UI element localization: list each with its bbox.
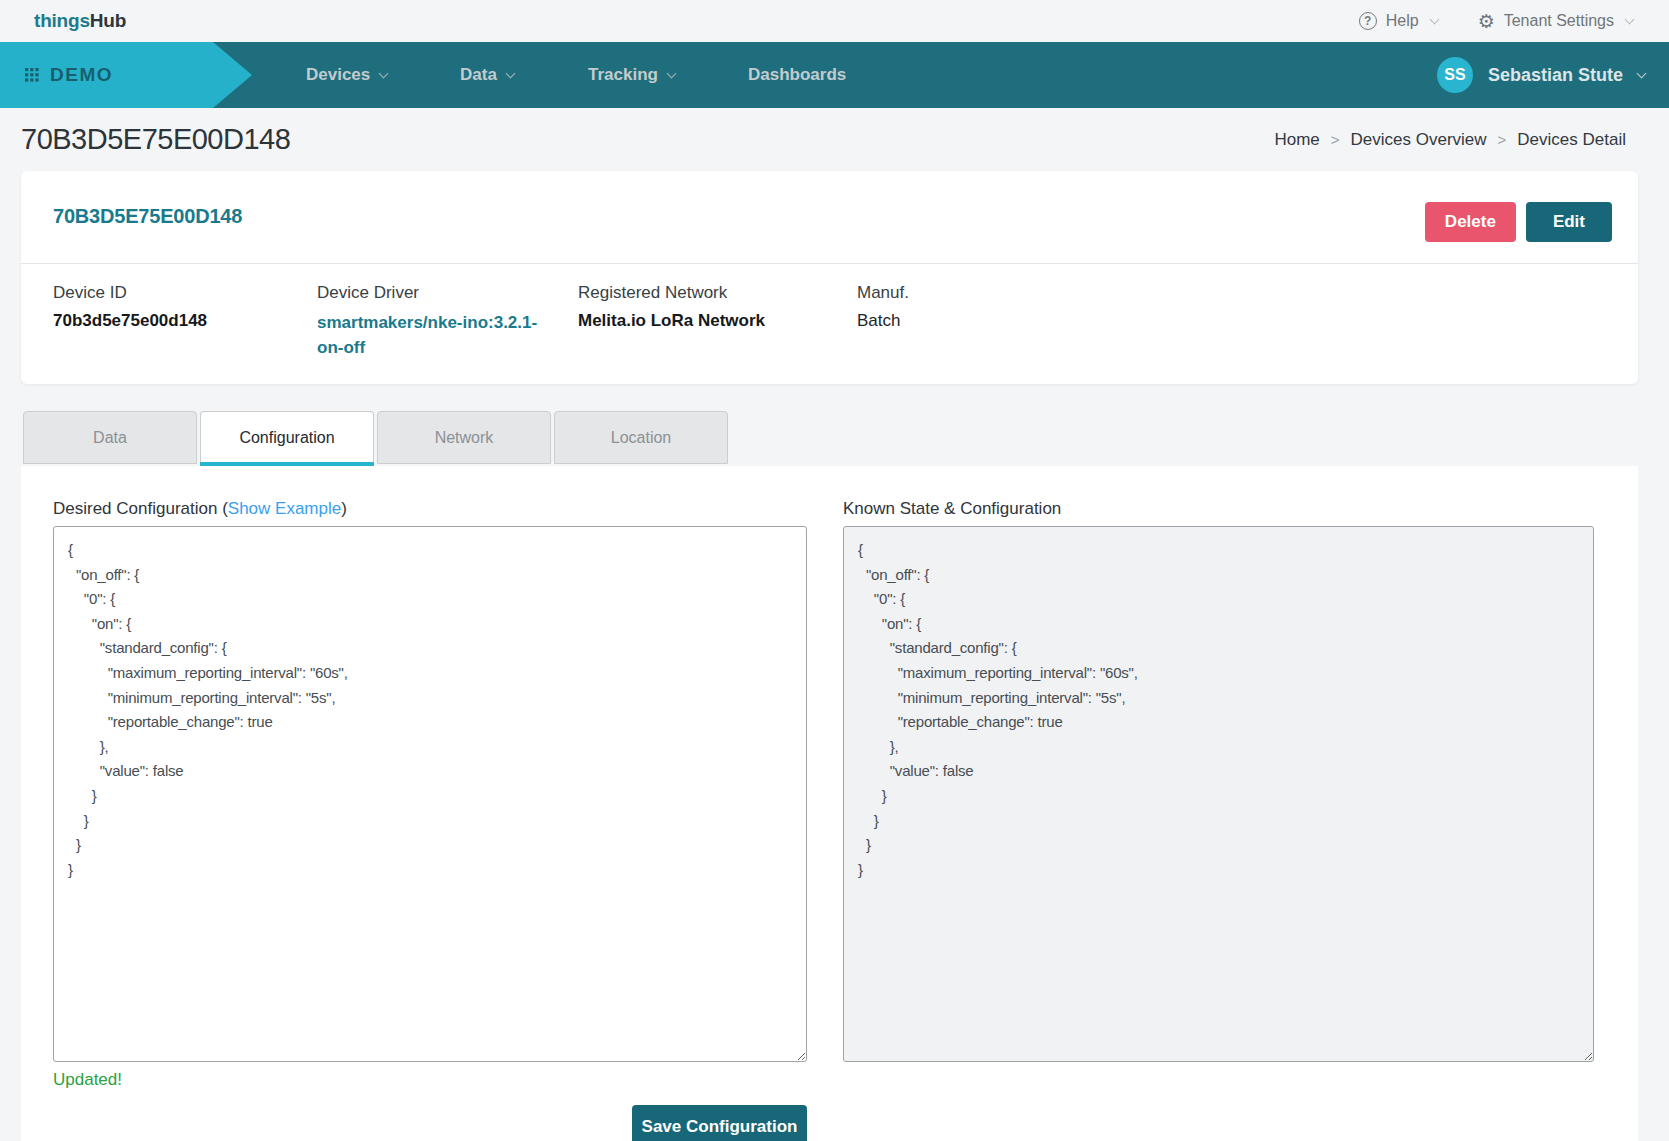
chevron-down-icon [1625, 14, 1635, 24]
nav-tracking-label: Tracking [588, 65, 658, 85]
main-navbar: DEMO Devices Data Tracking Dashboards SS… [0, 42, 1669, 108]
manufacturer-label: Manuf. [857, 283, 909, 303]
device-tabs: Data Configuration Network Location [21, 411, 1638, 464]
manufacturer-value: Batch [857, 311, 909, 331]
chevron-down-icon [505, 68, 515, 78]
nav-tracking[interactable]: Tracking [588, 42, 675, 108]
app-logo[interactable]: thingsHub [34, 10, 126, 32]
desired-configuration-column: Desired Configuration (Show Example) { "… [53, 499, 807, 1090]
desired-configuration-textarea[interactable]: { "on_off": { "0": { "on": { "standard_c… [53, 526, 807, 1062]
device-id-label: Device ID [53, 283, 317, 303]
nav-data[interactable]: Data [460, 42, 514, 108]
device-driver-link[interactable]: smartmakers/nke-ino:3.2.1-on-off [317, 311, 555, 360]
grid-icon [25, 68, 39, 82]
desired-configuration-label-close: ) [341, 499, 347, 518]
configuration-columns: Desired Configuration (Show Example) { "… [53, 499, 1594, 1090]
tab-network[interactable]: Network [377, 411, 551, 464]
help-label: Help [1386, 12, 1419, 30]
nav-dashboards[interactable]: Dashboards [748, 42, 846, 108]
delete-button[interactable]: Delete [1425, 202, 1516, 242]
device-id-field: Device ID 70b3d5e75e00d148 [53, 283, 317, 360]
device-driver-field: Device Driver smartmakers/nke-ino:3.2.1-… [317, 283, 578, 360]
tenant-settings-menu[interactable]: ⚙ Tenant Settings [1478, 12, 1633, 31]
tab-configuration[interactable]: Configuration [200, 411, 374, 464]
manufacturer-field: Manuf. Batch [857, 283, 909, 360]
device-card-actions: Delete Edit [1425, 202, 1612, 242]
registered-network-value: Melita.io LoRa Network [578, 311, 857, 331]
help-icon: ? [1359, 12, 1377, 30]
breadcrumb-separator: > [1331, 131, 1340, 148]
desired-configuration-label-text: Desired Configuration ( [53, 499, 228, 518]
top-bar: thingsHub ? Help ⚙ Tenant Settings [0, 0, 1669, 42]
tenant-settings-label: Tenant Settings [1504, 12, 1614, 30]
show-example-link[interactable]: Show Example [228, 499, 341, 518]
configuration-panel: Desired Configuration (Show Example) { "… [21, 466, 1638, 1141]
nav-dashboards-label: Dashboards [748, 65, 846, 85]
breadcrumb-separator: > [1498, 131, 1507, 148]
known-state-textarea[interactable]: { "on_off": { "0": { "on": { "standard_c… [843, 526, 1594, 1062]
top-menu: ? Help ⚙ Tenant Settings [1359, 12, 1633, 31]
chevron-down-icon [666, 68, 676, 78]
device-card-header: 70B3D5E75E00D148 Delete Edit [21, 171, 1638, 264]
nav-data-label: Data [460, 65, 497, 85]
edit-button[interactable]: Edit [1526, 202, 1612, 242]
registered-network-label: Registered Network [578, 283, 857, 303]
page-title: 70B3D5E75E00D148 [21, 123, 290, 156]
workspace-switcher[interactable]: DEMO [0, 42, 253, 108]
gear-icon: ⚙ [1478, 12, 1495, 31]
status-message: Updated! [53, 1070, 807, 1090]
chevron-down-icon [1429, 14, 1439, 24]
user-name: Sebastian Stute [1488, 65, 1623, 86]
device-driver-label: Device Driver [317, 283, 578, 303]
logo-hub: Hub [90, 10, 126, 31]
device-card-title: 70B3D5E75E00D148 [53, 205, 242, 228]
known-state-column: Known State & Configuration { "on_off": … [843, 499, 1594, 1090]
breadcrumb-home[interactable]: Home [1274, 130, 1319, 150]
breadcrumb-devices-overview[interactable]: Devices Overview [1351, 130, 1487, 150]
nav-devices[interactable]: Devices [306, 42, 387, 108]
device-id-value: 70b3d5e75e00d148 [53, 311, 317, 331]
content-container: 70B3D5E75E00D148 Home > Devices Overview… [21, 108, 1638, 1141]
workspace-name: DEMO [50, 64, 113, 86]
page-head: 70B3D5E75E00D148 Home > Devices Overview… [21, 108, 1638, 171]
nav-devices-label: Devices [306, 65, 370, 85]
breadcrumb: Home > Devices Overview > Devices Detail [1274, 130, 1638, 150]
tab-location[interactable]: Location [554, 411, 728, 464]
save-configuration-button[interactable]: Save Configuration [632, 1105, 807, 1141]
device-info-row: Device ID 70b3d5e75e00d148 Device Driver… [21, 264, 1638, 360]
known-state-label: Known State & Configuration [843, 499, 1594, 516]
chevron-down-icon [1637, 68, 1647, 78]
breadcrumb-devices-detail: Devices Detail [1517, 130, 1626, 150]
user-menu[interactable]: SS Sebastian Stute [1437, 42, 1645, 108]
device-card: 70B3D5E75E00D148 Delete Edit Device ID 7… [21, 171, 1638, 384]
logo-things: things [34, 10, 90, 31]
chevron-down-icon [379, 68, 389, 78]
desired-configuration-label: Desired Configuration (Show Example) [53, 499, 807, 516]
registered-network-field: Registered Network Melita.io LoRa Networ… [578, 283, 857, 360]
help-menu[interactable]: ? Help [1359, 12, 1438, 30]
avatar: SS [1437, 57, 1473, 93]
tab-data[interactable]: Data [23, 411, 197, 464]
